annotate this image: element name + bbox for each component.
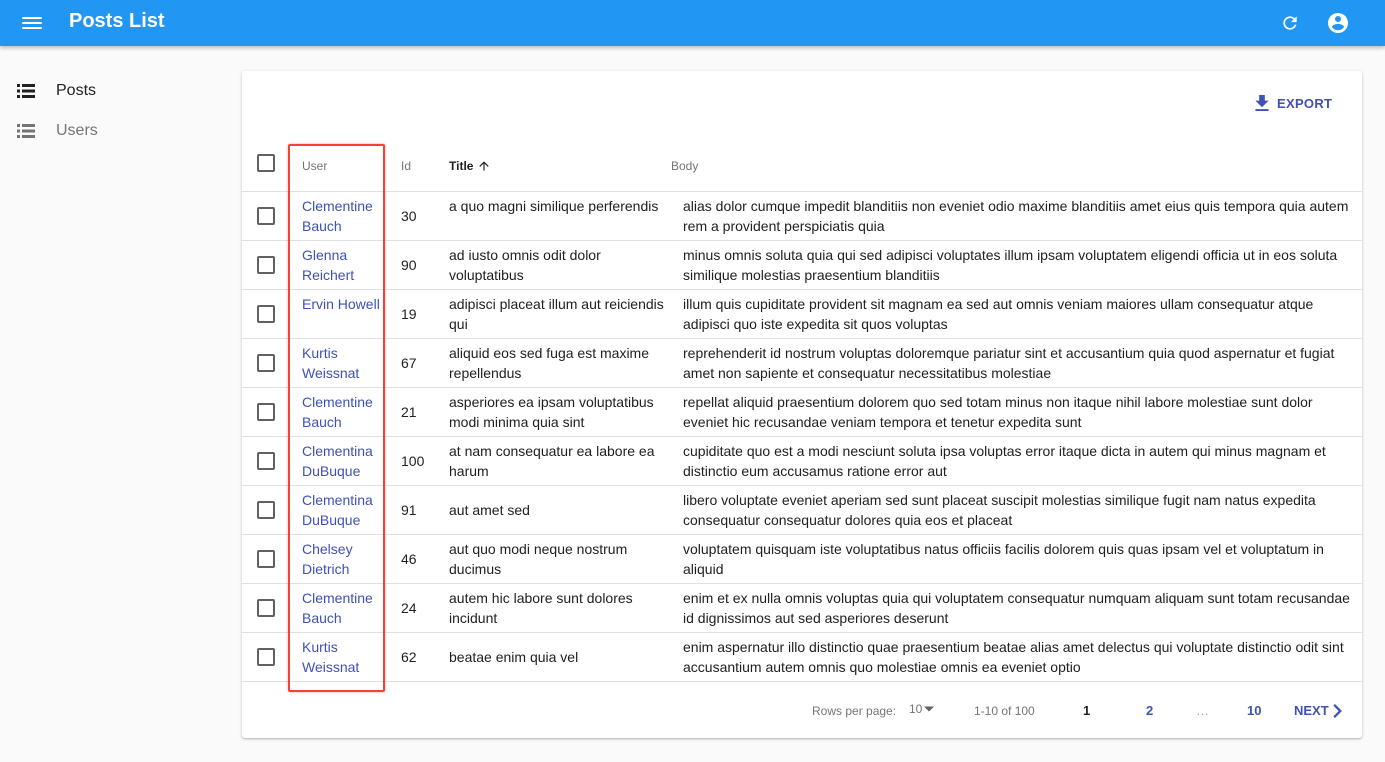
row-checkbox[interactable] <box>257 599 275 617</box>
id-cell: 19 <box>401 306 417 322</box>
body-cell: repellat aliquid praesentium dolorem quo… <box>683 394 1313 430</box>
account-circle-icon[interactable] <box>1326 11 1350 35</box>
refresh-icon[interactable] <box>1280 13 1300 33</box>
table-row[interactable]: Kurtis Weissnat 62 beatae enim quia vel eni… <box>242 633 1362 682</box>
arrow-up-icon <box>479 161 490 171</box>
list-icon <box>17 124 35 138</box>
select-all-checkbox[interactable] <box>257 154 275 172</box>
title-cell: asperiores ea ipsam voluptatibus modi mi… <box>449 394 654 430</box>
user-link[interactable]: Clementine Bauch <box>302 196 382 236</box>
user-link[interactable]: Clementine Bauch <box>302 588 382 628</box>
rows-per-page-select[interactable]: 10 <box>909 702 935 716</box>
chevron-right-icon <box>1333 703 1342 718</box>
pagination-range: 1-10 of 100 <box>974 704 1035 718</box>
title-cell: autem hic labore sunt dolores incidunt <box>449 590 633 626</box>
id-cell: 91 <box>401 502 417 518</box>
user-link[interactable]: Clementina DuBuque <box>302 490 382 530</box>
user-link[interactable]: Clementina DuBuque <box>302 441 382 481</box>
title-cell: beatae enim quia vel <box>449 649 579 665</box>
sidebar-item-posts[interactable]: Posts <box>0 72 230 108</box>
next-page-button[interactable]: NEXT <box>1294 703 1343 718</box>
body-cell: libero voluptate eveniet aperiam sed sun… <box>683 492 1316 528</box>
page-title: Posts List <box>69 10 165 32</box>
page-button-1[interactable]: 1 <box>1083 703 1090 718</box>
id-cell: 30 <box>401 208 417 224</box>
table-row[interactable]: Chelsey Dietrich 46 aut quo modi neque nos… <box>242 535 1362 584</box>
title-cell: aut quo modi neque nostrum ducimus <box>449 541 628 577</box>
user-link[interactable]: Chelsey Dietrich <box>302 539 382 579</box>
list-card: EXPORT User Id Title Body Clementine Bau… <box>242 71 1362 738</box>
list-icon <box>17 84 35 98</box>
table-row[interactable]: Kurtis Weissnat 67 aliquid eos sed fuga es… <box>242 339 1362 388</box>
column-header-user[interactable]: User <box>302 159 327 173</box>
export-button[interactable]: EXPORT <box>1255 91 1332 115</box>
user-link[interactable]: Kurtis Weissnat <box>302 637 382 677</box>
download-icon <box>1255 95 1269 111</box>
table-row[interactable]: Clementine Bauch 24 autem hic labore sunt … <box>242 584 1362 633</box>
page-ellipsis: … <box>1196 703 1209 718</box>
body-cell: minus omnis soluta quia qui sed adipisci… <box>683 247 1338 283</box>
id-cell: 46 <box>401 551 417 567</box>
sidebar-item-users[interactable]: Users <box>0 112 230 148</box>
row-checkbox[interactable] <box>257 452 275 470</box>
dropdown-arrow-icon <box>924 706 935 712</box>
row-checkbox[interactable] <box>257 550 275 568</box>
row-checkbox[interactable] <box>257 403 275 421</box>
body-cell: enim aspernatur illo distinctio quae pra… <box>683 639 1344 675</box>
table-row[interactable]: Clementina DuBuque 91 aut amet sed libero v… <box>242 486 1362 535</box>
user-link[interactable]: Glenna Reichert <box>302 245 382 285</box>
app-bar: Posts List <box>0 0 1385 46</box>
pagination: Rows per page: 10 1-10 of 100 1 2 … 10 N… <box>242 697 1362 727</box>
row-checkbox[interactable] <box>257 648 275 666</box>
id-cell: 62 <box>401 649 417 665</box>
row-checkbox[interactable] <box>257 501 275 519</box>
body-cell: reprehenderit id nostrum voluptas dolore… <box>683 345 1335 381</box>
title-cell: ad iusto omnis odit dolor voluptatibus <box>449 247 601 283</box>
table-row[interactable]: Glenna Reichert 90 ad iusto omnis odit dol… <box>242 241 1362 290</box>
body-cell: illum quis cupiditate provident sit magn… <box>683 296 1314 332</box>
body-cell: cupiditate quo est a modi nesciunt solut… <box>683 443 1326 479</box>
id-cell: 24 <box>401 600 417 616</box>
row-checkbox[interactable] <box>257 354 275 372</box>
page-button-10[interactable]: 10 <box>1247 703 1261 718</box>
table-row[interactable]: Ervin Howell 19 adipisci placeat illum aut… <box>242 290 1362 339</box>
title-cell: adipisci placeat illum aut reiciendis qu… <box>449 296 664 332</box>
column-header-title-label: Title <box>449 159 474 173</box>
column-header-title[interactable]: Title <box>449 159 491 173</box>
column-header-body[interactable]: Body <box>671 159 698 173</box>
row-checkbox[interactable] <box>257 305 275 323</box>
table-row[interactable]: Clementina DuBuque 100 at nam consequatur … <box>242 437 1362 486</box>
rows-per-page-label: Rows per page: <box>812 704 897 718</box>
sidebar-item-label: Posts <box>56 82 97 99</box>
table-row[interactable]: Clementine Bauch 21 asperiores ea ipsam vo… <box>242 388 1362 437</box>
body-cell: voluptatem quisquam iste voluptatibus na… <box>683 541 1324 577</box>
rows-per-page-value: 10 <box>909 702 923 716</box>
page-button-2[interactable]: 2 <box>1146 703 1153 718</box>
id-cell: 67 <box>401 355 417 371</box>
sidebar-item-label: Users <box>56 122 98 139</box>
title-cell: at nam consequatur ea labore ea harum <box>449 443 655 479</box>
body-cell: alias dolor cumque impedit blanditiis no… <box>683 198 1349 234</box>
title-cell: aliquid eos sed fuga est maxime repellen… <box>449 345 649 381</box>
title-cell: a quo magni similique perferendis <box>449 198 659 214</box>
column-header-id[interactable]: Id <box>401 159 411 173</box>
user-link[interactable]: Ervin Howell <box>302 294 382 314</box>
id-cell: 21 <box>401 404 417 420</box>
id-cell: 100 <box>401 453 425 469</box>
id-cell: 90 <box>401 257 417 273</box>
row-checkbox[interactable] <box>257 207 275 225</box>
row-checkbox[interactable] <box>257 256 275 274</box>
body-cell: enim et ex nulla omnis voluptas quia qui… <box>683 590 1350 626</box>
next-label: NEXT <box>1294 703 1329 718</box>
user-link[interactable]: Clementine Bauch <box>302 392 382 432</box>
export-label: EXPORT <box>1277 95 1333 111</box>
title-cell: aut amet sed <box>449 502 530 518</box>
table-row[interactable]: Clementine Bauch 30 a quo magni similique … <box>242 192 1362 241</box>
user-link[interactable]: Kurtis Weissnat <box>302 343 382 383</box>
menu-icon[interactable] <box>22 14 42 32</box>
table-header: User Id Title Body <box>242 142 1362 192</box>
